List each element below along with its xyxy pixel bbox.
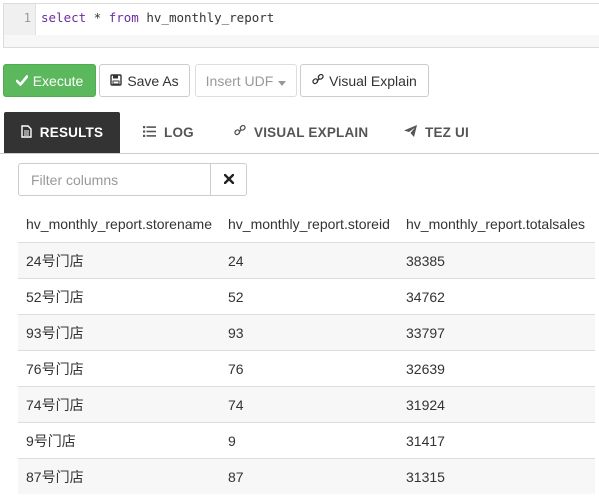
column-header-totalsales[interactable]: hv_monthly_report.totalsales (398, 206, 595, 243)
tab-log-label: LOG (164, 125, 194, 140)
cell-storeid: 93 (220, 314, 398, 351)
tab-results-label: RESULTS (39, 125, 104, 140)
save-as-button[interactable]: Save As (99, 64, 190, 97)
cell-storename: 93号门店 (18, 314, 220, 351)
cell-storeid: 76 (220, 350, 398, 387)
cell-storeid: 24 (220, 242, 398, 279)
line-number: 1 (23, 11, 31, 25)
cell-storename: 9号门店 (18, 422, 220, 459)
query-text[interactable]: select * from hv_monthly_report (41, 10, 274, 25)
cell-totalsales: 34762 (398, 278, 595, 315)
tab-tez-ui[interactable]: TEZ UI (404, 112, 469, 153)
save-as-label: Save As (127, 72, 179, 89)
table-row: 9号门店 9 31417 (18, 422, 595, 459)
close-icon (223, 171, 234, 189)
cell-totalsales: 32639 (398, 350, 595, 387)
cell-storeid: 9 (220, 422, 398, 459)
table-row: 87号门店 87 31315 (18, 458, 595, 494)
caret-down-icon (278, 73, 287, 89)
insert-udf-button[interactable]: Insert UDF (195, 64, 297, 97)
result-tabs: RESULTS LOG VISUAL EXPLAIN TEZ UI (0, 112, 599, 154)
cell-storeid: 87 (220, 458, 398, 494)
insert-udf-label: Insert UDF (205, 72, 274, 89)
line-gutter: 1 (4, 4, 36, 35)
table-row: 76号门店 76 32639 (18, 350, 595, 387)
table-row: 52号门店 52 34762 (18, 278, 595, 315)
column-header-storeid[interactable]: hv_monthly_report.storeid (220, 206, 398, 243)
cell-storeid: 74 (220, 386, 398, 423)
filter-columns-input[interactable] (18, 163, 211, 196)
cell-storename: 87号门店 (18, 458, 220, 494)
send-icon (404, 125, 417, 140)
table-row: 74号门店 74 31924 (18, 386, 595, 423)
link-icon (312, 73, 324, 89)
table-header-row: hv_monthly_report.storename hv_monthly_r… (18, 206, 595, 243)
column-header-storename[interactable]: hv_monthly_report.storename (18, 206, 220, 243)
cell-storename: 52号门店 (18, 278, 220, 315)
list-icon (143, 125, 156, 140)
table-row: 24号门店 24 38385 (18, 242, 595, 279)
cell-storename: 74号门店 (18, 386, 220, 423)
cell-storeid: 52 (220, 278, 398, 315)
cell-storename: 76号门店 (18, 350, 220, 387)
visual-explain-label: Visual Explain (329, 72, 417, 89)
cell-totalsales: 31924 (398, 386, 595, 423)
editor-footer (4, 35, 599, 47)
tab-visual-explain-label: VISUAL EXPLAIN (254, 125, 369, 140)
cell-totalsales: 31417 (398, 422, 595, 459)
link-icon (234, 124, 246, 140)
tab-results[interactable]: RESULTS (4, 112, 120, 153)
table-row: 93号门店 93 33797 (18, 314, 595, 351)
cell-storename: 24号门店 (18, 242, 220, 279)
tab-log[interactable]: LOG (143, 112, 194, 153)
execute-label: Execute (32, 72, 84, 89)
save-icon (110, 73, 123, 89)
check-icon (15, 73, 29, 89)
query-table-name: hv_monthly_report (138, 10, 275, 25)
execute-button[interactable]: Execute (3, 64, 96, 97)
visual-explain-button[interactable]: Visual Explain (300, 64, 429, 97)
sql-editor[interactable]: 1 select * from hv_monthly_report (3, 3, 599, 48)
cell-totalsales: 31315 (398, 458, 595, 494)
keyword-from: from (108, 10, 139, 25)
tab-tez-ui-label: TEZ UI (425, 125, 469, 140)
tab-visual-explain[interactable]: VISUAL EXPLAIN (234, 112, 368, 153)
cell-totalsales: 38385 (398, 242, 595, 279)
cell-totalsales: 33797 (398, 314, 595, 351)
clear-filter-button[interactable] (210, 163, 247, 196)
file-icon (21, 124, 32, 141)
results-table: hv_monthly_report.storename hv_monthly_r… (18, 206, 595, 494)
query-star: * (86, 10, 109, 25)
keyword-select: select (41, 10, 87, 25)
